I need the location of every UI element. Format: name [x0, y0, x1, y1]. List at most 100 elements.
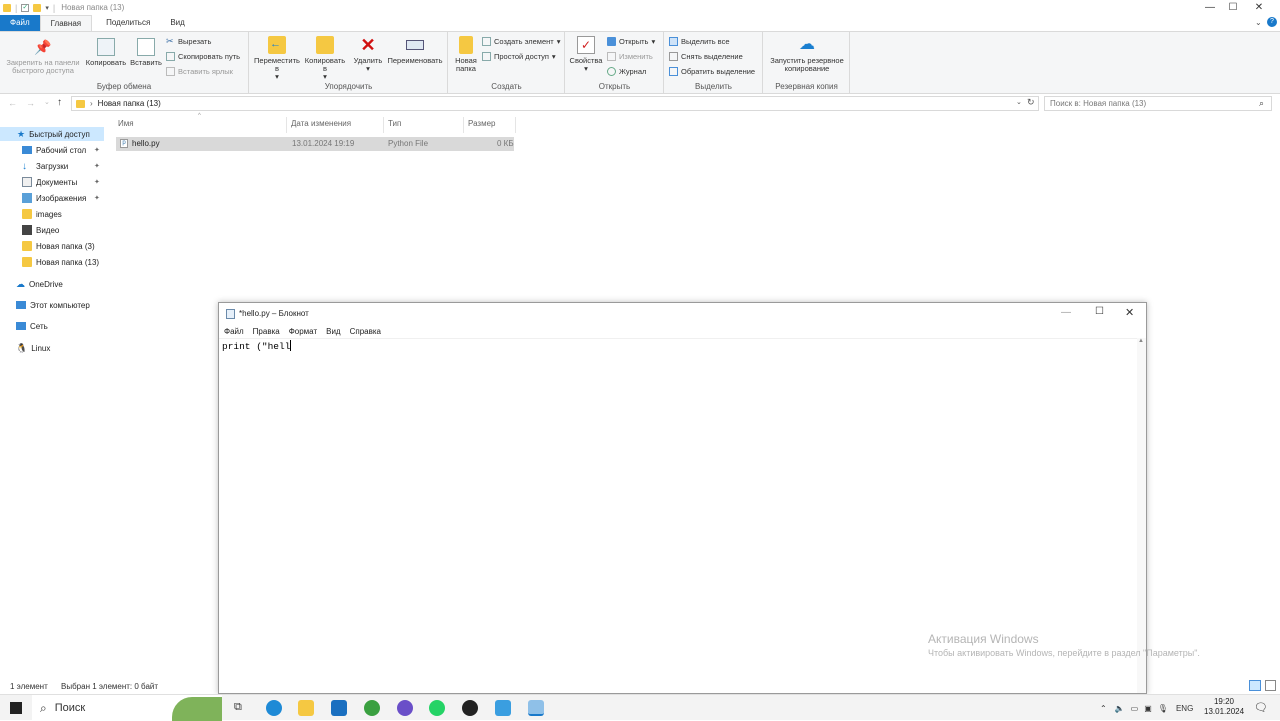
- close-button[interactable]: ✕: [1245, 0, 1273, 15]
- nav-desktop[interactable]: Рабочий стол: [22, 143, 86, 157]
- new-item-button[interactable]: Создать элемент ▾: [482, 37, 560, 46]
- pin-icon[interactable]: ✦: [94, 146, 100, 154]
- select-all-button[interactable]: Выделить все: [669, 37, 730, 46]
- move-to-button[interactable]: ← Переместить в ▾: [252, 36, 302, 81]
- nav-network[interactable]: Сеть: [16, 319, 48, 333]
- column-divider[interactable]: [515, 117, 516, 133]
- maximize-button[interactable]: ☐: [1219, 0, 1247, 15]
- vertical-scrollbar[interactable]: ▲: [1137, 338, 1146, 693]
- file-explorer-icon[interactable]: [298, 700, 314, 716]
- tab-home[interactable]: Главная: [39, 15, 93, 31]
- qa-dropdown-icon[interactable]: ▾: [45, 4, 49, 12]
- monitor-icon[interactable]: ▭: [1131, 704, 1139, 713]
- nav-videos[interactable]: Видео: [22, 223, 59, 237]
- copy-path-button[interactable]: Скопировать путь: [166, 52, 240, 61]
- notepad-minimize-button[interactable]: —: [1061, 307, 1071, 318]
- edge-icon[interactable]: [266, 700, 282, 716]
- rename-button[interactable]: Переименовать: [386, 36, 444, 65]
- tray-chevron-icon[interactable]: ⌃: [1100, 704, 1107, 713]
- volume-icon[interactable]: 🔈: [1115, 704, 1125, 713]
- taskbar-search-input[interactable]: Поиск: [55, 702, 85, 714]
- app-purple-icon[interactable]: [397, 700, 413, 716]
- forward-arrow-icon[interactable]: →: [26, 98, 35, 108]
- nav-downloads[interactable]: ↓ Загрузки: [22, 159, 68, 173]
- details-view-icon[interactable]: [1249, 680, 1261, 691]
- column-header-name[interactable]: Имя: [118, 119, 134, 131]
- back-arrow-icon[interactable]: ←: [8, 98, 17, 108]
- notepad-close-button[interactable]: ✕: [1125, 306, 1134, 319]
- app-blue-icon[interactable]: [495, 700, 511, 716]
- copy-to-button[interactable]: Копировать в ▾: [302, 36, 348, 81]
- up-arrow-icon[interactable]: ↑: [57, 97, 62, 108]
- invert-selection-button[interactable]: Обратить выделение: [669, 67, 755, 76]
- large-icons-view-icon[interactable]: [1265, 680, 1276, 691]
- tab-share[interactable]: Поделиться: [96, 15, 160, 31]
- cut-button[interactable]: ✂ Вырезать: [166, 37, 211, 47]
- properties-check-icon[interactable]: ✓: [21, 3, 30, 12]
- refresh-icon[interactable]: ↻: [1027, 97, 1035, 108]
- task-view-icon[interactable]: ⧉: [234, 701, 242, 714]
- tray-clock[interactable]: 19:20 13.01.2024: [1204, 697, 1244, 717]
- notepad-taskbar-icon[interactable]: [528, 700, 544, 716]
- menu-edit[interactable]: Правка: [253, 327, 280, 336]
- address-dropdown-icon[interactable]: ⌄: [1016, 98, 1022, 106]
- nav-new-folder-3[interactable]: Новая папка (3): [22, 239, 95, 253]
- microphone-icon[interactable]: 🎙: [1158, 704, 1168, 713]
- file-row[interactable]: p hello.py 13.01.2024 19:19 Python File …: [116, 137, 514, 151]
- copy-button[interactable]: Копировать: [84, 38, 128, 67]
- nav-quick-access[interactable]: ★ Быстрый доступ: [0, 127, 104, 141]
- properties-button[interactable]: ✓ Свойства ▾: [568, 36, 604, 73]
- menu-help[interactable]: Справка: [350, 327, 381, 336]
- taskbar-search[interactable]: ⌕ Поиск: [32, 695, 222, 721]
- address-bar[interactable]: › Новая папка (13) ⌄ ↻: [71, 96, 1039, 111]
- nav-linux[interactable]: 🐧 Linux: [16, 341, 50, 355]
- column-divider[interactable]: [383, 117, 384, 133]
- nav-images[interactable]: images: [22, 207, 62, 221]
- search-input[interactable]: Поиск в: Новая папка (13): [1050, 99, 1146, 108]
- nav-documents[interactable]: Документы: [22, 175, 77, 189]
- menu-view[interactable]: Вид: [326, 327, 340, 336]
- help-icon[interactable]: ?: [1267, 17, 1277, 27]
- nav-this-pc[interactable]: Этот компьютер: [16, 298, 90, 312]
- menu-format[interactable]: Формат: [289, 327, 317, 336]
- column-header-date[interactable]: Дата изменения: [291, 119, 351, 131]
- paste-button[interactable]: Вставить: [128, 38, 164, 67]
- delete-button[interactable]: ✕ Удалить ▾: [350, 36, 386, 73]
- recent-dropdown-icon[interactable]: ⌄: [44, 98, 50, 106]
- start-backup-button[interactable]: ☁ Запустить резервное копирование: [766, 36, 848, 73]
- notepad-maximize-button[interactable]: ☐: [1095, 306, 1104, 317]
- edit-button[interactable]: Изменить: [607, 52, 653, 61]
- paste-shortcut-button[interactable]: Вставить ярлык: [166, 67, 233, 76]
- menu-file[interactable]: Файл: [224, 327, 244, 336]
- tab-view[interactable]: Вид: [160, 15, 194, 31]
- breadcrumb[interactable]: Новая папка (13): [98, 99, 161, 108]
- app-green-icon[interactable]: [364, 700, 380, 716]
- nav-pictures[interactable]: Изображения: [22, 191, 86, 205]
- nav-onedrive[interactable]: ☁ OneDrive: [16, 277, 63, 291]
- search-box[interactable]: Поиск в: Новая папка (13) ⌕: [1044, 96, 1272, 111]
- column-header-type[interactable]: Тип: [388, 119, 401, 131]
- scroll-up-icon[interactable]: ▲: [1138, 338, 1144, 344]
- whatsapp-icon[interactable]: [429, 700, 445, 716]
- notifications-icon[interactable]: 🗨: [1254, 701, 1268, 714]
- language-indicator[interactable]: ENG: [1176, 704, 1193, 713]
- tab-file[interactable]: Файл: [0, 15, 40, 31]
- select-none-button[interactable]: Снять выделение: [669, 52, 743, 61]
- new-folder-qa-icon[interactable]: [33, 3, 42, 12]
- pin-icon[interactable]: ✦: [94, 162, 100, 170]
- open-button[interactable]: Открыть ▾: [607, 37, 655, 46]
- mail-icon[interactable]: [331, 700, 347, 716]
- nav-new-folder-13[interactable]: Новая папка (13): [22, 255, 99, 269]
- ribbon-collapse-icon[interactable]: ⌄: [1255, 18, 1262, 27]
- pin-icon[interactable]: ✦: [94, 194, 100, 202]
- start-windows-icon[interactable]: [10, 702, 22, 714]
- column-divider[interactable]: [286, 117, 287, 133]
- new-folder-button[interactable]: Новая папка: [451, 36, 481, 73]
- column-header-size[interactable]: Размер: [468, 119, 496, 131]
- pin-quick-access-button[interactable]: 📌 Закрепить на панели быстрого доступа: [3, 38, 83, 75]
- history-button[interactable]: Журнал: [607, 67, 646, 76]
- network-tray-icon[interactable]: ▣: [1144, 704, 1152, 713]
- pin-icon[interactable]: ✦: [94, 178, 100, 186]
- column-divider[interactable]: [463, 117, 464, 133]
- easy-access-button[interactable]: Простой доступ ▾: [482, 52, 556, 61]
